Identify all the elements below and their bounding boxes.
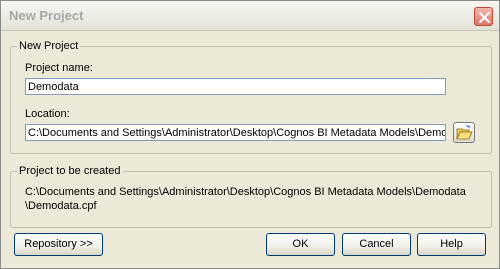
project-to-be-created-group: Project to be created C:\Documents and S…: [10, 165, 492, 228]
new-project-group-legend: New Project: [17, 40, 81, 52]
help-button[interactable]: Help: [417, 233, 486, 256]
project-path-line-1: C:\Documents and Settings\Administrator\…: [25, 186, 466, 198]
ok-button[interactable]: OK: [266, 233, 335, 256]
location-input[interactable]: C:\Documents and Settings\Administrator\…: [25, 124, 446, 141]
window-title: New Project: [9, 8, 84, 23]
repository-button[interactable]: Repository >>: [14, 233, 103, 256]
cancel-button[interactable]: Cancel: [342, 233, 411, 256]
project-name-input[interactable]: Demodata: [25, 78, 446, 95]
project-to-be-created-legend: Project to be created: [17, 165, 123, 177]
project-name-label: Project name:: [25, 62, 93, 74]
new-project-group: New Project Project name: Demodata Locat…: [10, 40, 492, 154]
location-label: Location:: [25, 108, 70, 120]
new-project-dialog: New Project New Project Project name: De…: [0, 0, 500, 269]
folder-open-icon: [456, 125, 473, 140]
title-bar[interactable]: New Project: [1, 1, 499, 31]
project-path-line-2: \Demodata.cpf: [25, 200, 97, 212]
browse-location-button[interactable]: [453, 122, 475, 143]
close-button[interactable]: [474, 7, 493, 26]
close-icon: [479, 12, 490, 23]
dialog-body: New Project Project name: Demodata Locat…: [1, 31, 499, 268]
